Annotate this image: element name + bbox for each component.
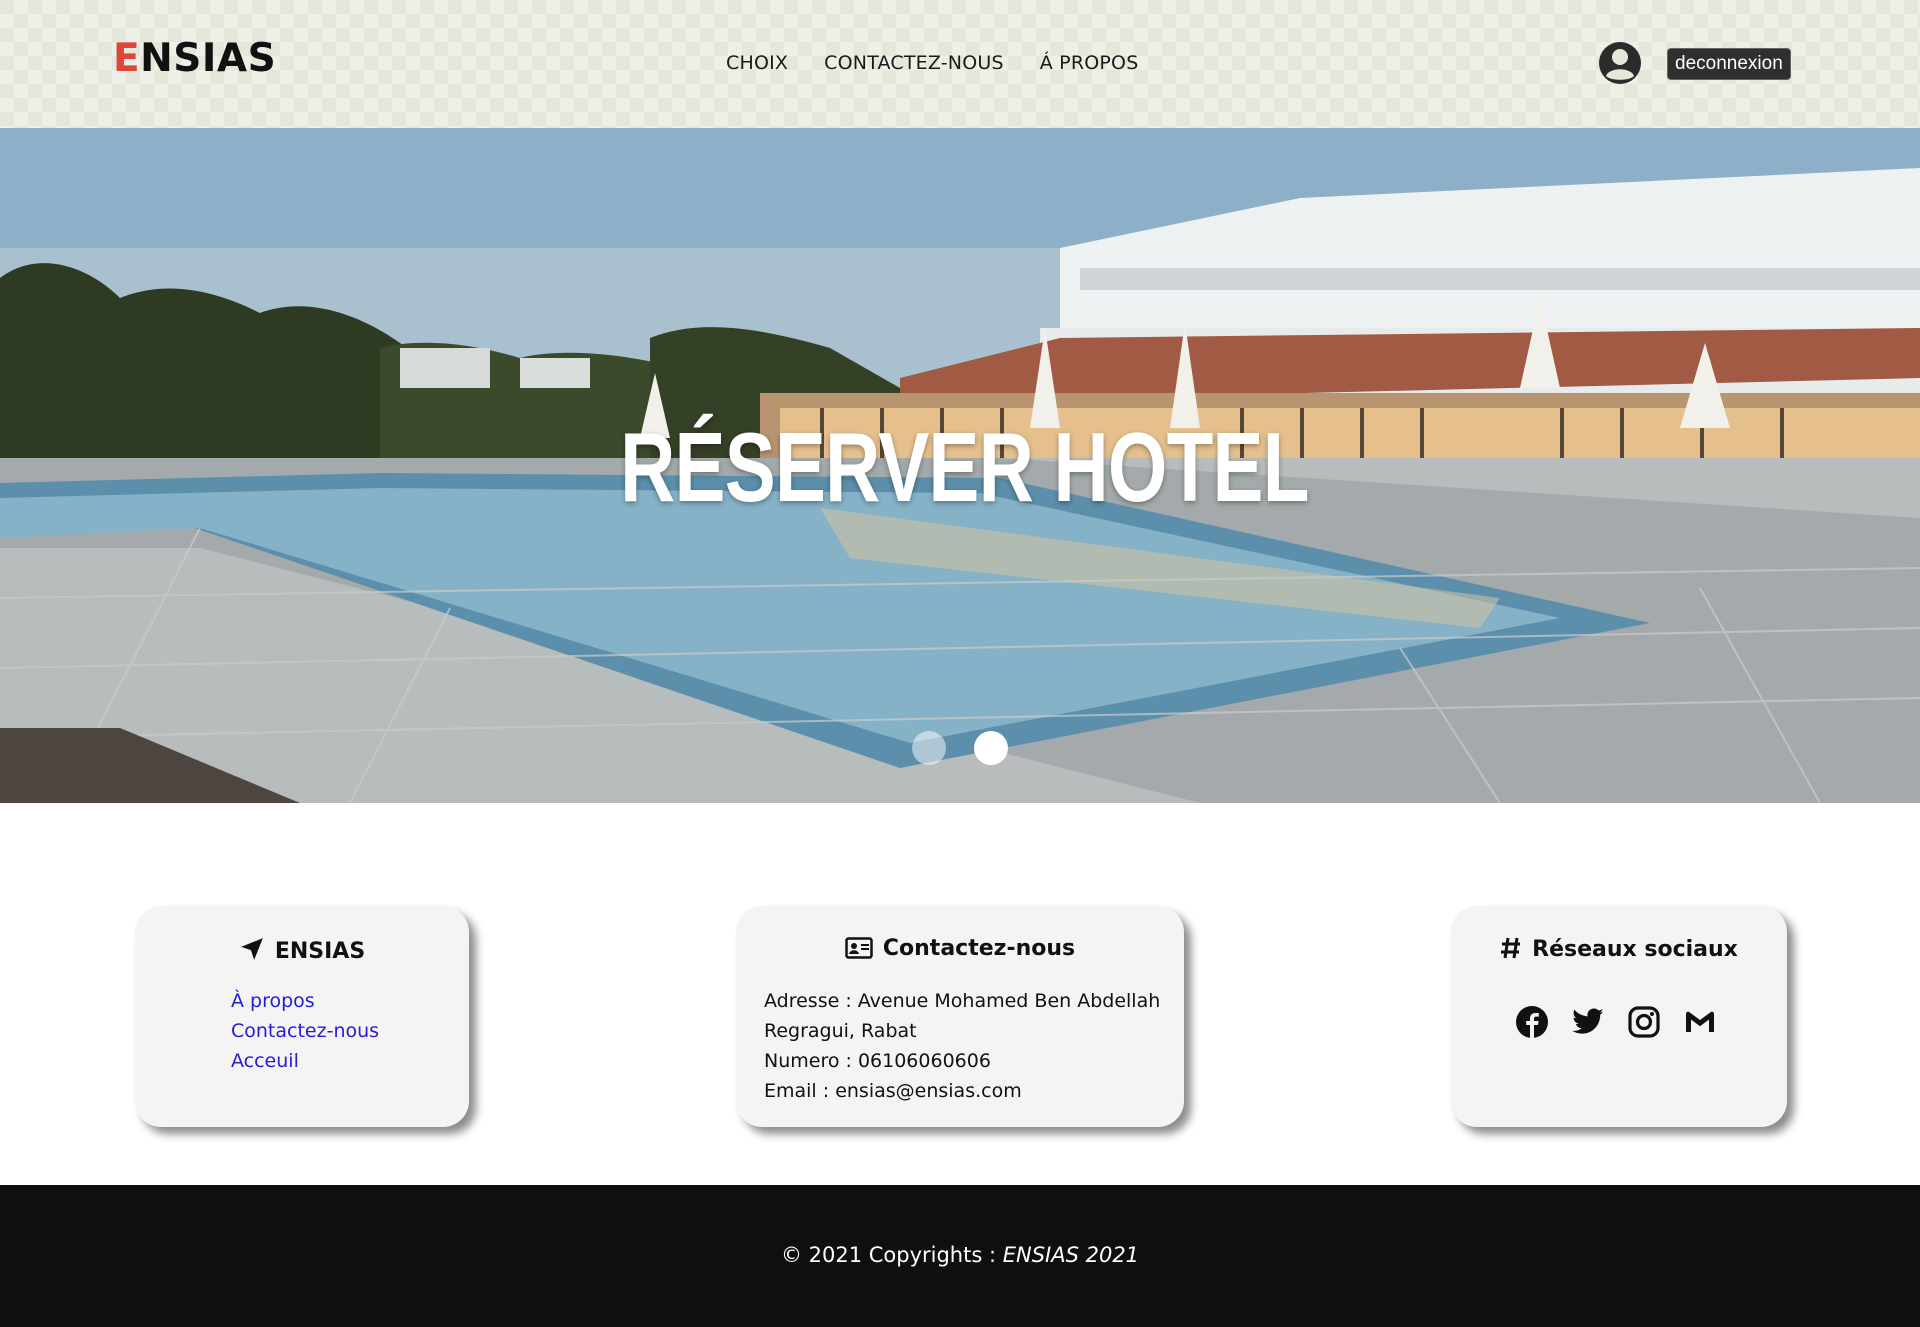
copyright-prefix: © 2021 Copyrights : xyxy=(780,1243,1003,1267)
contact-card-icon xyxy=(845,937,873,959)
contact-card: Contactez-nous Adresse : Avenue Mohamed … xyxy=(736,906,1184,1127)
social-card-title: Réseaux sociaux xyxy=(1451,936,1787,962)
copyright-text: © 2021 Copyrights : ENSIAS 2021 xyxy=(0,1243,1920,1267)
contact-address-line2: Regragui, Rabat xyxy=(764,1020,917,1042)
nav-link-a-propos[interactable]: Á PROPOS xyxy=(1040,52,1139,74)
carousel-indicator-2[interactable] xyxy=(974,731,1008,765)
twitter-icon[interactable] xyxy=(1571,1005,1605,1039)
ensias-links: À propos Contactez-nous Acceuil xyxy=(231,986,379,1076)
ensias-card-title: ENSIAS xyxy=(135,936,469,964)
user-avatar-icon[interactable] xyxy=(1598,41,1642,85)
site-footer: © 2021 Copyrights : ENSIAS 2021 xyxy=(0,1185,1920,1327)
contact-details: Adresse : Avenue Mohamed Ben Abdellah Re… xyxy=(764,986,1164,1106)
footer-link-contactez-nous[interactable]: Contactez-nous xyxy=(231,1016,379,1046)
logo-first-letter: E xyxy=(113,36,141,81)
footer-link-a-propos[interactable]: À propos xyxy=(231,986,379,1016)
gmail-icon[interactable] xyxy=(1683,1005,1717,1039)
hero-carousel: RÉSERVER HOTEL xyxy=(0,128,1920,803)
top-navbar: ENSIAS CHOIX CONTACTEZ-NOUS Á PROPOS dec… xyxy=(0,0,1920,128)
contact-email: Email : ensias@ensias.com xyxy=(764,1080,1022,1102)
site-logo[interactable]: ENSIAS xyxy=(113,36,276,81)
instagram-icon[interactable] xyxy=(1627,1005,1661,1039)
logout-button[interactable]: deconnexion xyxy=(1667,48,1791,80)
copyright-brand: ENSIAS 2021 xyxy=(1002,1243,1140,1267)
ensias-card: ENSIAS À propos Contactez-nous Acceuil xyxy=(135,906,469,1127)
contact-phone: Numero : 06106060606 xyxy=(764,1050,991,1072)
footer-link-acceuil[interactable]: Acceuil xyxy=(231,1046,379,1076)
carousel-indicator-1[interactable] xyxy=(912,731,946,765)
hero-title: RÉSERVER HOTEL xyxy=(620,412,1309,522)
location-arrow-icon xyxy=(240,938,263,960)
contact-card-title-text: Contactez-nous xyxy=(882,936,1076,961)
logo-text: NSIAS xyxy=(140,36,277,81)
nav-link-choix[interactable]: CHOIX xyxy=(726,52,788,74)
main-nav: CHOIX CONTACTEZ-NOUS Á PROPOS xyxy=(726,52,1138,74)
contact-card-title: Contactez-nous xyxy=(736,936,1184,961)
social-card-title-text: Réseaux sociaux xyxy=(1532,937,1738,962)
facebook-icon[interactable] xyxy=(1515,1005,1549,1039)
social-card: Réseaux sociaux xyxy=(1451,906,1787,1127)
contact-address-line1: Adresse : Avenue Mohamed Ben Abdellah xyxy=(764,990,1161,1012)
hashtag-icon xyxy=(1501,937,1521,959)
nav-link-contactez-nous[interactable]: CONTACTEZ-NOUS xyxy=(824,52,1004,74)
ensias-card-title-text: ENSIAS xyxy=(274,939,366,964)
social-icons xyxy=(1515,1005,1717,1039)
